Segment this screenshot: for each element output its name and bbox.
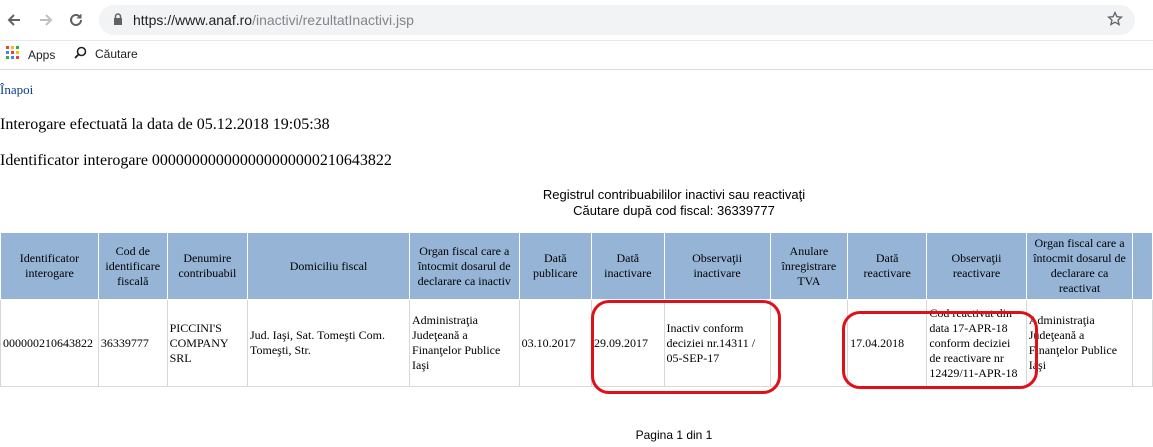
- reload-icon[interactable]: [66, 10, 86, 30]
- bookmark-search-label: Căutare: [95, 47, 138, 61]
- header-cell: Domiciliu fiscal: [247, 232, 411, 300]
- cell-reactivation-date: 17.04.2018: [847, 299, 928, 387]
- browser-toolbar: https://www.anaf.ro/inactivi/rezultatIna…: [0, 0, 1153, 41]
- apps-grid-icon: [6, 46, 20, 63]
- header-cell: Dată publicare: [518, 232, 593, 300]
- lock-icon: [113, 12, 123, 28]
- forward-arrow-icon[interactable]: [36, 10, 56, 30]
- header-cell: Organ fiscal care a întocmit dosarul de …: [1025, 232, 1134, 300]
- header-cell-overflow: [1132, 232, 1153, 300]
- bookmark-apps-label: Apps: [28, 47, 56, 62]
- cell-organ-reactivat: Administraţia Judeţeană a Finanţelor Pub…: [1025, 299, 1134, 387]
- url-host: https://www.anaf.ro: [133, 12, 253, 28]
- registry-subtitle: Căutare după cod fiscal: 36339777: [573, 203, 775, 218]
- cell-overflow: [1132, 299, 1153, 387]
- registry-title-block: Registrul contribuabililor inactivi sau …: [0, 187, 1153, 219]
- cell-reactivation-notes: Cod reactivat din data 17-APR-18 conform…: [926, 299, 1027, 387]
- bookmark-star-icon[interactable]: [1106, 10, 1124, 30]
- bookmark-search[interactable]: Căutare: [74, 46, 138, 62]
- header-cell: Dată reactivare: [847, 232, 928, 300]
- cell-inactivation-date: 29.09.2017: [591, 299, 665, 387]
- header-cell: Observaţii reactivare: [926, 232, 1027, 300]
- address-bar[interactable]: https://www.anaf.ro/inactivi/rezultatIna…: [99, 5, 1135, 35]
- bookmark-apps[interactable]: Apps: [6, 46, 55, 63]
- cell-cif: 36339777: [97, 299, 168, 387]
- header-cell: Organ fiscal care a întocmit dosarul de …: [409, 232, 520, 300]
- query-id-line: Identificator interogare 000000000000000…: [0, 152, 392, 169]
- header-cell: Observaţii inactivare: [663, 232, 771, 300]
- url-path: /inactivi/rezultatInactivi.jsp: [252, 12, 414, 28]
- results-table: Identificator interogare Cod de identifi…: [0, 232, 1153, 401]
- header-cell: Dată inactivare: [591, 232, 665, 300]
- table-header-row: Identificator interogare Cod de identifi…: [0, 232, 1153, 300]
- header-cell: Cod de identificare fiscală: [97, 232, 168, 300]
- bookmarks-bar: Apps Căutare: [0, 41, 1153, 70]
- cell-publish-date: 03.10.2017: [518, 299, 593, 387]
- cell-address: Jud. Iaşi, Sat. Tomeşti Com. Tomeşti, St…: [247, 299, 411, 387]
- back-link[interactable]: Înapoi: [0, 82, 33, 98]
- table-row: 000000210643822 36339777 PICCINI'S COMPA…: [0, 299, 1153, 387]
- header-cell: Identificator interogare: [0, 232, 99, 300]
- cell-name: PICCINI'S COMPANY SRL: [166, 299, 249, 387]
- pagination: Pagina 1 din 1: [635, 428, 713, 442]
- search-icon: [74, 46, 87, 62]
- cell-inactivation-notes: Inactiv conform deciziei nr.14311 / 05-S…: [663, 299, 771, 387]
- cell-id: 000000210643822: [0, 299, 99, 387]
- cell-organ-inactiv: Administraţia Judeţeană a Finanţelor Pub…: [409, 299, 520, 387]
- table-spacer-row: [0, 386, 1153, 401]
- header-cell: Denumire contribuabil: [166, 232, 249, 300]
- cell-vat-cancel: [769, 299, 849, 387]
- registry-title: Registrul contribuabililor inactivi sau …: [542, 187, 806, 202]
- query-date-line: Interogare efectuată la data de 05.12.20…: [0, 116, 330, 133]
- header-cell: Anulare înregistrare TVA: [769, 232, 849, 300]
- back-arrow-icon[interactable]: [4, 10, 24, 30]
